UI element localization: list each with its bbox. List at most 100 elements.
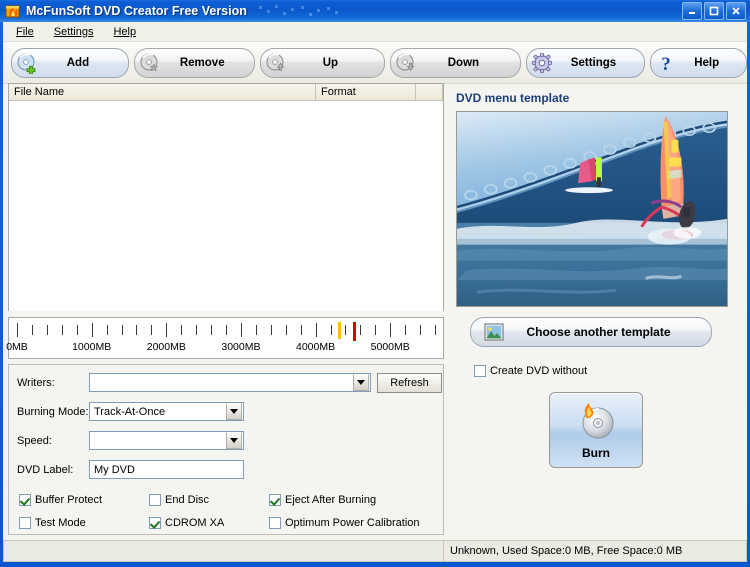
ruler-major-tick [315,323,317,337]
ruler-minor-tick [196,325,198,335]
down-button[interactable]: Down [390,47,521,78]
chevron-down-icon[interactable] [226,432,242,449]
settings-button-label: Settings [570,56,617,69]
dvd-label-input[interactable]: My DVD [89,460,244,479]
burning-mode-select[interactable]: Track-At-Once [89,402,244,421]
checkbox-buffer-protect-label: Buffer Protect [35,494,103,506]
up-button-label: Up [322,56,339,69]
app-window: McFunSoft DVD Creator Free Version File … [0,0,750,567]
svg-text:?: ? [662,54,672,74]
ruler-minor-tick [360,325,362,335]
refresh-button-label: Refresh [390,376,429,389]
speed-select[interactable] [89,431,244,450]
menu-help-label: Help [113,25,137,38]
ruler-tick-label: 5000MB [370,341,410,353]
checkbox-create-dvd-without[interactable]: Create DVD without [474,365,742,377]
chevron-down-icon[interactable] [353,374,369,391]
help-button-label: Help [694,56,720,69]
writers-row: Writers: Refresh [17,371,443,394]
remove-button[interactable]: Remove [133,47,255,78]
ruler-minor-tick [300,325,302,335]
status-bar: Unknown, Used Space:0 MB, Free Space:0 M… [3,540,747,562]
ruler-minor-tick [270,325,272,335]
column-header-file-name[interactable]: File Name [9,84,316,100]
checkbox-icon[interactable] [474,365,486,377]
menu-bar: File Settings Help [3,22,747,42]
question-mark-icon: ? [655,52,677,75]
burn-button[interactable]: Burn [549,392,643,468]
ruler-tick-label: 4000MB [296,341,336,353]
client-area: File Settings Help Add Remove Up Down Se… [3,22,747,562]
ruler-minor-tick [345,325,347,335]
close-button[interactable] [726,2,746,20]
checkbox-cdrom-xa[interactable]: CDROM XA [149,517,269,529]
checkbox-end-disc[interactable]: End Disc [149,494,269,506]
chevron-down-icon[interactable] [226,403,242,420]
options-row-2: Test Mode CDROM XA Optimum Power Calibra… [19,517,443,529]
disc-add-icon [16,52,38,75]
ruler-tick-label: 2000MB [146,341,186,353]
writers-select[interactable] [89,373,371,392]
checkbox-buffer-protect[interactable]: Buffer Protect [19,494,149,506]
ruler-minor-tick [226,325,227,335]
disc-remove-icon [139,52,161,74]
template-preview[interactable] [456,111,728,307]
checkbox-icon[interactable] [269,494,281,506]
file-list[interactable]: File Name Format [8,83,444,311]
checkbox-optimum-power-calibration[interactable]: Optimum Power Calibration [269,517,420,529]
gear-icon [531,52,553,74]
maximize-button[interactable] [704,2,724,20]
add-button-label: Add [66,56,90,69]
menu-settings-label: Settings [53,25,94,38]
ruler-tick-label: 0MB [6,341,28,353]
ruler-minor-tick [46,325,48,335]
ruler-minor-tick [330,325,332,335]
dvd-label-row: DVD Label: My DVD [17,458,443,481]
titlebar-pattern [253,4,676,18]
checkbox-icon[interactable] [19,517,31,529]
help-button[interactable]: ? Help [650,47,747,78]
main-area: File Name Format 0MB 1000MB 2000MB 3000MB 40… [3,83,747,562]
ruler-major-tick [390,323,392,337]
checkbox-icon[interactable] [149,494,161,506]
menu-item-settings[interactable]: Settings [51,25,97,39]
settings-button[interactable]: Settings [525,47,646,78]
checkbox-icon[interactable] [269,517,281,529]
ruler-tick-label: 3000MB [221,341,261,353]
dvd-capacity-warning [337,322,341,339]
file-list-body[interactable] [9,101,443,311]
status-bar-left [3,540,444,562]
burn-button-label: Burn [582,445,610,460]
checkbox-test-mode-label: Test Mode [35,517,86,529]
checkbox-icon[interactable] [19,494,31,506]
menu-item-file[interactable]: File [13,25,37,39]
ruler-minor-tick [61,325,63,335]
minimize-button[interactable] [682,2,702,20]
checkbox-optimum-power-calibration-label: Optimum Power Calibration [285,517,420,529]
column-header-format[interactable]: Format [316,84,416,100]
checkbox-test-mode[interactable]: Test Mode [19,517,149,529]
menu-item-help[interactable]: Help [110,25,139,39]
disc-down-icon [395,52,417,74]
ruler-minor-tick [211,325,213,335]
ruler-minor-tick [151,325,153,335]
column-header-extra[interactable] [416,84,443,100]
choose-another-template-button[interactable]: Choose another template [470,317,712,347]
status-bar-right: Unknown, Used Space:0 MB, Free Space:0 M… [444,540,747,562]
add-button[interactable]: Add [11,47,129,78]
ruler-minor-tick [136,325,138,335]
ruler-minor-tick [106,325,108,335]
dvd-label-label: DVD Label: [17,463,74,476]
ruler-tick-label: 1000MB [72,341,112,353]
checkbox-icon[interactable] [149,517,161,529]
burn-button-wrapper: Burn [450,392,742,468]
up-button[interactable]: Up [259,47,386,78]
burning-mode-value: Track-At-Once [94,405,166,418]
checkbox-cdrom-xa-label: CDROM XA [165,517,225,529]
ruler-minor-tick [285,325,287,335]
remove-button-label: Remove [179,56,225,69]
ruler-minor-tick [31,325,33,335]
refresh-button[interactable]: Refresh [377,372,442,393]
checkbox-eject-after-burning[interactable]: Eject After Burning [269,494,376,506]
checkbox-eject-after-burning-label: Eject After Burning [285,494,377,506]
